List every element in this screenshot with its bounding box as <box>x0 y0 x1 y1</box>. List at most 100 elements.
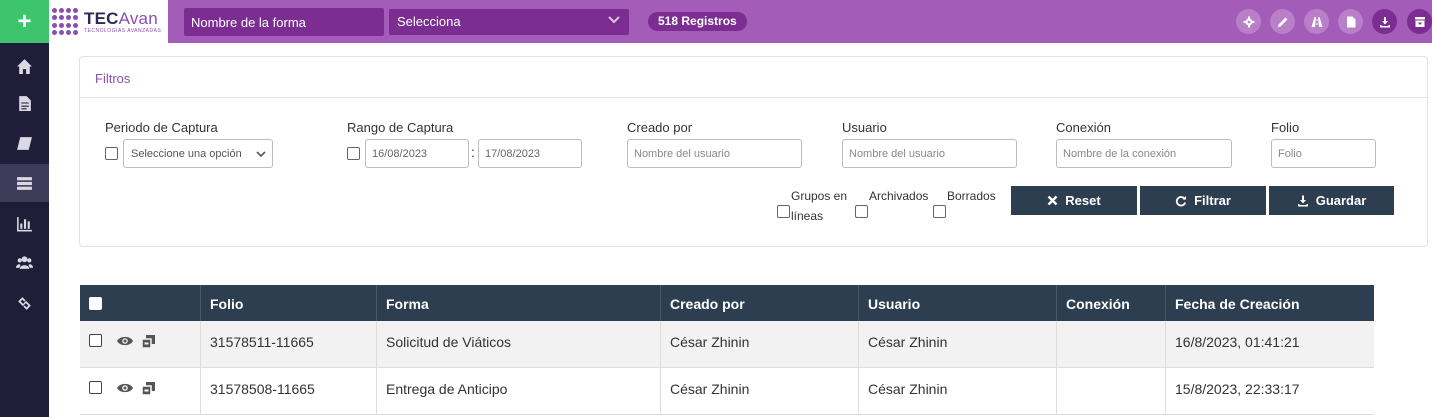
sidebar-item-connections[interactable] <box>0 284 49 322</box>
records-badge: 518 Registros <box>648 12 747 31</box>
conexion-input[interactable]: Nombre de la conexión <box>1056 139 1232 168</box>
periodo-checkbox[interactable] <box>105 147 118 160</box>
borrados-checkbox[interactable] <box>933 205 946 218</box>
periodo-select-value: Seleccione una opción <box>131 148 242 160</box>
cell-creado-por: César Zhinin <box>661 321 859 368</box>
cell-usuario: César Zhinin <box>859 368 1057 415</box>
cell-forma: Solicitud de Viáticos <box>377 321 661 368</box>
document-icon <box>19 95 31 111</box>
eye-icon[interactable] <box>116 334 134 348</box>
download-icon <box>1379 16 1390 27</box>
grupos-checkbox[interactable] <box>777 205 790 218</box>
gear-icon <box>1243 16 1254 27</box>
logo-subtitle: TECNOLOGÍAS AVANZADAS <box>84 27 162 34</box>
cell-fecha: 15/8/2023, 22:33:17 <box>1175 381 1300 397</box>
cell-conexion <box>1057 368 1166 415</box>
row-actions-cell <box>80 368 201 415</box>
table-row[interactable]: 31578511-11665 Solicitud de Viáticos Cés… <box>80 321 1374 368</box>
folio-label: Folio <box>1271 120 1300 135</box>
rango-label: Rango de Captura <box>347 120 454 135</box>
form-select[interactable]: Selecciona <box>389 9 629 35</box>
cell-folio: 31578511-11665 <box>201 321 377 368</box>
periodo-label: Periodo de Captura <box>105 120 218 135</box>
chevron-down-icon <box>608 16 620 24</box>
times-icon <box>1047 195 1058 206</box>
reset-button[interactable]: Reset <box>1011 186 1137 215</box>
rango-to-input[interactable]: 17/08/2023 <box>478 139 582 168</box>
table-header: Folio Forma Creado por Usuario Conexión … <box>80 285 1374 321</box>
download-button[interactable] <box>1372 9 1397 34</box>
rango-from-input[interactable]: 16/08/2023 <box>365 139 469 168</box>
sidebar-item-reports[interactable] <box>0 204 49 242</box>
creado-label: Creado por <box>627 120 693 135</box>
bar-chart-icon <box>17 216 32 231</box>
file-button[interactable] <box>1338 9 1363 34</box>
row-checkbox[interactable] <box>89 334 102 347</box>
cell-conexion <box>1057 321 1166 368</box>
eye-icon[interactable] <box>116 381 134 395</box>
list-icon <box>17 176 32 190</box>
plus-icon: + <box>17 7 32 35</box>
logo-text-accent: Avan <box>118 8 158 28</box>
sidebar-item-book[interactable] <box>0 124 49 162</box>
borrados-label: Borrados <box>947 189 996 203</box>
creado-input[interactable]: Nombre del usuario <box>627 139 802 168</box>
folio-input[interactable]: Folio <box>1271 139 1376 168</box>
header-conexion[interactable]: Conexión <box>1057 285 1166 321</box>
cell-forma: Entrega de Anticipo <box>377 368 661 415</box>
header-usuario[interactable]: Usuario <box>859 285 1057 321</box>
usuario-label: Usuario <box>842 120 887 135</box>
pencil-icon <box>1277 17 1287 27</box>
copy-icon[interactable] <box>141 381 156 396</box>
reset-button-label: Reset <box>1065 193 1101 208</box>
sidebar-item-list[interactable] <box>0 164 49 202</box>
select-all-checkbox[interactable] <box>89 297 102 310</box>
road-button[interactable] <box>1304 9 1329 34</box>
sidebar-item-home[interactable] <box>0 47 49 85</box>
copy-icon[interactable] <box>141 334 156 349</box>
archivados-checkbox[interactable] <box>855 205 868 218</box>
sidebar: + <box>0 0 49 417</box>
users-icon <box>16 255 33 269</box>
periodo-select[interactable]: Seleccione una opción <box>123 139 273 168</box>
header-fecha[interactable]: Fecha de Creación <box>1166 285 1374 321</box>
form-select-value: Selecciona <box>397 14 461 29</box>
archivados-label: Archivados <box>869 189 929 203</box>
row-checkbox[interactable] <box>89 381 102 394</box>
sidebar-item-users[interactable] <box>0 243 49 281</box>
link-icon <box>18 296 31 310</box>
cell-creado-por: César Zhinin <box>661 368 859 415</box>
refresh-icon <box>1175 195 1187 206</box>
cell-folio: 31578508-11665 <box>201 368 377 415</box>
download-icon <box>1297 195 1308 206</box>
filtrar-button-label: Filtrar <box>1194 193 1231 208</box>
topbar: TECAvan TECNOLOGÍAS AVANZADAS Nombre de … <box>49 0 1432 43</box>
header-creado-por[interactable]: Creado por <box>661 285 859 321</box>
filtrar-button[interactable]: Filtrar <box>1140 186 1266 215</box>
conexion-label: Conexión <box>1056 120 1111 135</box>
form-name-field[interactable]: Nombre de la forma <box>184 8 384 36</box>
header-forma[interactable]: Forma <box>377 285 661 321</box>
cell-fecha: 16/8/2023, 01:41:21 <box>1175 334 1300 350</box>
usuario-input[interactable]: Nombre del usuario <box>842 139 1017 168</box>
sidebar-item-documents[interactable] <box>0 84 49 122</box>
cell-usuario: César Zhinin <box>859 321 1057 368</box>
rango-separator: : <box>471 144 475 160</box>
archive-button[interactable] <box>1407 9 1432 34</box>
settings-button[interactable] <box>1236 9 1261 34</box>
guardar-button[interactable]: Guardar <box>1269 186 1394 215</box>
header-folio[interactable]: Folio <box>201 285 377 321</box>
filters-panel: Filtros Periodo de Captura Seleccione un… <box>79 56 1428 247</box>
add-button[interactable]: + <box>0 0 49 43</box>
edit-button[interactable] <box>1270 9 1295 34</box>
home-icon <box>17 58 32 74</box>
filters-title: Filtros <box>80 57 1427 98</box>
row-actions-cell <box>80 321 201 368</box>
logo-mark <box>52 7 80 36</box>
rango-checkbox[interactable] <box>347 147 360 160</box>
book-icon <box>17 136 32 150</box>
table-row[interactable]: 31578508-11665 Entrega de Anticipo César… <box>80 368 1374 415</box>
file-icon <box>1346 16 1355 27</box>
chevron-down-icon <box>256 151 266 158</box>
road-icon <box>1311 16 1322 27</box>
